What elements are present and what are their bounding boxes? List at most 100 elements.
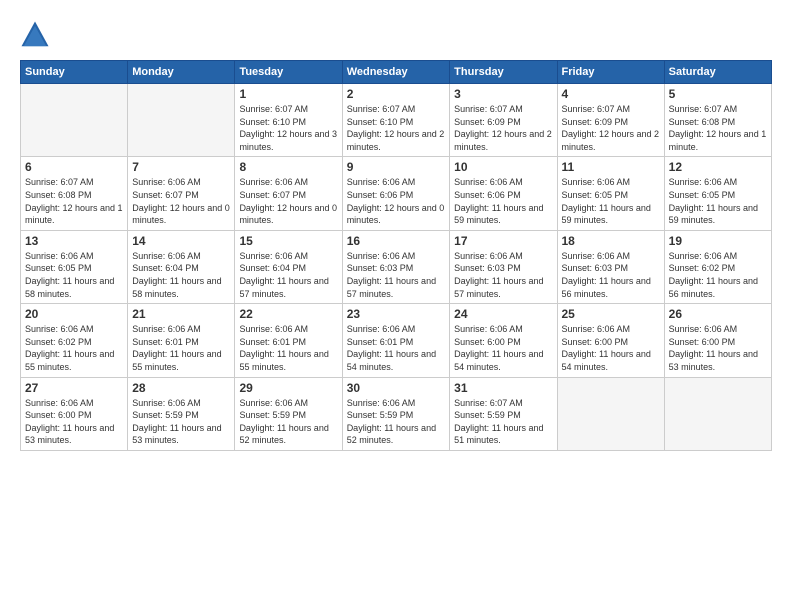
week-row-3: 13 Sunrise: 6:06 AM Sunset: 6:05 PM Dayli… xyxy=(21,230,772,303)
day-info: Sunrise: 6:06 AM Sunset: 6:02 PM Dayligh… xyxy=(25,323,123,373)
day-number: 29 xyxy=(239,381,337,395)
weekday-header-row: SundayMondayTuesdayWednesdayThursdayFrid… xyxy=(21,61,772,84)
day-info: Sunrise: 6:06 AM Sunset: 6:01 PM Dayligh… xyxy=(239,323,337,373)
calendar-page: SundayMondayTuesdayWednesdayThursdayFrid… xyxy=(0,0,792,612)
calendar-cell: 3Sunrise: 6:07 AM Sunset: 6:09 PM Daylig… xyxy=(450,84,557,157)
day-info: Sunrise: 6:06 AM Sunset: 5:59 PM Dayligh… xyxy=(239,397,337,447)
calendar-cell: 13 Sunrise: 6:06 AM Sunset: 6:05 PM Dayli… xyxy=(21,230,128,303)
day-number: 23 xyxy=(347,307,445,321)
weekday-wednesday: Wednesday xyxy=(342,61,449,84)
day-info: Sunrise: 6:06 AM Sunset: 6:03 PM Dayligh… xyxy=(562,250,660,300)
day-info: Sunrise: 6:06 AM Sunset: 6:05 PM Dayligh… xyxy=(669,176,767,226)
calendar-cell: 20 Sunrise: 6:06 AM Sunset: 6:02 PM Dayli… xyxy=(21,304,128,377)
day-number: 18 xyxy=(562,234,660,248)
day-info: Sunrise: 6:06 AM Sunset: 6:00 PM Dayligh… xyxy=(454,323,552,373)
day-number: 14 xyxy=(132,234,230,248)
calendar-cell: 14 Sunrise: 6:06 AM Sunset: 6:04 PM Dayli… xyxy=(128,230,235,303)
day-number: 28 xyxy=(132,381,230,395)
day-number: 6 xyxy=(25,160,123,174)
logo xyxy=(20,20,54,50)
calendar-cell: 23 Sunrise: 6:06 AM Sunset: 6:01 PM Dayli… xyxy=(342,304,449,377)
calendar-cell: 19 Sunrise: 6:06 AM Sunset: 6:02 PM Dayli… xyxy=(664,230,771,303)
calendar-cell: 11Sunrise: 6:06 AM Sunset: 6:05 PM Dayli… xyxy=(557,157,664,230)
calendar-cell: 26 Sunrise: 6:06 AM Sunset: 6:00 PM Dayli… xyxy=(664,304,771,377)
logo-icon xyxy=(20,20,50,50)
day-info: Sunrise: 6:06 AM Sunset: 6:06 PM Dayligh… xyxy=(347,176,445,226)
day-info: Sunrise: 6:07 AM Sunset: 5:59 PM Dayligh… xyxy=(454,397,552,447)
day-number: 20 xyxy=(25,307,123,321)
calendar-cell: 30 Sunrise: 6:06 AM Sunset: 5:59 PM Dayli… xyxy=(342,377,449,450)
day-number: 12 xyxy=(669,160,767,174)
week-row-2: 6 Sunrise: 6:07 AM Sunset: 6:08 PM Daylig… xyxy=(21,157,772,230)
day-info: Sunrise: 6:06 AM Sunset: 6:05 PM Dayligh… xyxy=(25,250,123,300)
calendar-cell: 8 Sunrise: 6:06 AM Sunset: 6:07 PM Daylig… xyxy=(235,157,342,230)
day-info: Sunrise: 6:06 AM Sunset: 6:00 PM Dayligh… xyxy=(25,397,123,447)
calendar-cell: 6 Sunrise: 6:07 AM Sunset: 6:08 PM Daylig… xyxy=(21,157,128,230)
day-number: 4 xyxy=(562,87,660,101)
day-number: 13 xyxy=(25,234,123,248)
weekday-monday: Monday xyxy=(128,61,235,84)
day-info: Sunrise: 6:06 AM Sunset: 6:04 PM Dayligh… xyxy=(132,250,230,300)
day-number: 16 xyxy=(347,234,445,248)
day-number: 31 xyxy=(454,381,552,395)
calendar-cell: 21 Sunrise: 6:06 AM Sunset: 6:01 PM Dayli… xyxy=(128,304,235,377)
calendar-cell: 12 Sunrise: 6:06 AM Sunset: 6:05 PM Dayli… xyxy=(664,157,771,230)
calendar-cell: 9Sunrise: 6:06 AM Sunset: 6:06 PM Daylig… xyxy=(342,157,449,230)
day-info: Sunrise: 6:06 AM Sunset: 6:06 PM Dayligh… xyxy=(454,176,552,226)
calendar-cell: 24 Sunrise: 6:06 AM Sunset: 6:00 PM Dayli… xyxy=(450,304,557,377)
day-number: 30 xyxy=(347,381,445,395)
day-info: Sunrise: 6:07 AM Sunset: 6:08 PM Dayligh… xyxy=(25,176,123,226)
day-number: 3 xyxy=(454,87,552,101)
calendar-cell: 28Sunrise: 6:06 AM Sunset: 5:59 PM Dayli… xyxy=(128,377,235,450)
weekday-friday: Friday xyxy=(557,61,664,84)
day-info: Sunrise: 6:07 AM Sunset: 6:08 PM Dayligh… xyxy=(669,103,767,153)
day-info: Sunrise: 6:07 AM Sunset: 6:10 PM Dayligh… xyxy=(239,103,337,153)
day-info: Sunrise: 6:07 AM Sunset: 6:09 PM Dayligh… xyxy=(562,103,660,153)
day-info: Sunrise: 6:06 AM Sunset: 6:02 PM Dayligh… xyxy=(669,250,767,300)
calendar-cell: 2Sunrise: 6:07 AM Sunset: 6:10 PM Daylig… xyxy=(342,84,449,157)
day-number: 21 xyxy=(132,307,230,321)
calendar-cell: 10 Sunrise: 6:06 AM Sunset: 6:06 PM Dayli… xyxy=(450,157,557,230)
day-info: Sunrise: 6:06 AM Sunset: 6:07 PM Dayligh… xyxy=(239,176,337,226)
calendar-cell: 31 Sunrise: 6:07 AM Sunset: 5:59 PM Dayli… xyxy=(450,377,557,450)
calendar-cell: 16 Sunrise: 6:06 AM Sunset: 6:03 PM Dayli… xyxy=(342,230,449,303)
day-number: 1 xyxy=(239,87,337,101)
day-info: Sunrise: 6:06 AM Sunset: 6:03 PM Dayligh… xyxy=(347,250,445,300)
day-info: Sunrise: 6:06 AM Sunset: 6:01 PM Dayligh… xyxy=(347,323,445,373)
day-number: 17 xyxy=(454,234,552,248)
day-number: 8 xyxy=(239,160,337,174)
weekday-sunday: Sunday xyxy=(21,61,128,84)
day-number: 10 xyxy=(454,160,552,174)
calendar-cell xyxy=(21,84,128,157)
week-row-1: 1 Sunrise: 6:07 AM Sunset: 6:10 PM Daylig… xyxy=(21,84,772,157)
calendar-cell: 4 Sunrise: 6:07 AM Sunset: 6:09 PM Daylig… xyxy=(557,84,664,157)
calendar-cell: 18 Sunrise: 6:06 AM Sunset: 6:03 PM Dayli… xyxy=(557,230,664,303)
day-number: 7 xyxy=(132,160,230,174)
day-info: Sunrise: 6:06 AM Sunset: 6:00 PM Dayligh… xyxy=(669,323,767,373)
calendar-cell: 29 Sunrise: 6:06 AM Sunset: 5:59 PM Dayli… xyxy=(235,377,342,450)
day-number: 22 xyxy=(239,307,337,321)
day-info: Sunrise: 6:06 AM Sunset: 5:59 PM Dayligh… xyxy=(347,397,445,447)
day-number: 26 xyxy=(669,307,767,321)
day-number: 25 xyxy=(562,307,660,321)
day-info: Sunrise: 6:06 AM Sunset: 6:00 PM Dayligh… xyxy=(562,323,660,373)
calendar-table: SundayMondayTuesdayWednesdayThursdayFrid… xyxy=(20,60,772,451)
day-number: 19 xyxy=(669,234,767,248)
calendar-cell: 17Sunrise: 6:06 AM Sunset: 6:03 PM Dayli… xyxy=(450,230,557,303)
day-number: 24 xyxy=(454,307,552,321)
day-number: 15 xyxy=(239,234,337,248)
calendar-cell xyxy=(557,377,664,450)
calendar-cell: 15Sunrise: 6:06 AM Sunset: 6:04 PM Dayli… xyxy=(235,230,342,303)
day-number: 27 xyxy=(25,381,123,395)
calendar-cell: 25 Sunrise: 6:06 AM Sunset: 6:00 PM Dayli… xyxy=(557,304,664,377)
day-info: Sunrise: 6:06 AM Sunset: 6:07 PM Dayligh… xyxy=(132,176,230,226)
day-number: 2 xyxy=(347,87,445,101)
weekday-tuesday: Tuesday xyxy=(235,61,342,84)
week-row-5: 27 Sunrise: 6:06 AM Sunset: 6:00 PM Dayli… xyxy=(21,377,772,450)
day-info: Sunrise: 6:06 AM Sunset: 6:01 PM Dayligh… xyxy=(132,323,230,373)
calendar-cell: 22 Sunrise: 6:06 AM Sunset: 6:01 PM Dayli… xyxy=(235,304,342,377)
calendar-cell: 7 Sunrise: 6:06 AM Sunset: 6:07 PM Daylig… xyxy=(128,157,235,230)
weekday-thursday: Thursday xyxy=(450,61,557,84)
calendar-cell xyxy=(664,377,771,450)
day-info: Sunrise: 6:06 AM Sunset: 6:05 PM Dayligh… xyxy=(562,176,660,226)
